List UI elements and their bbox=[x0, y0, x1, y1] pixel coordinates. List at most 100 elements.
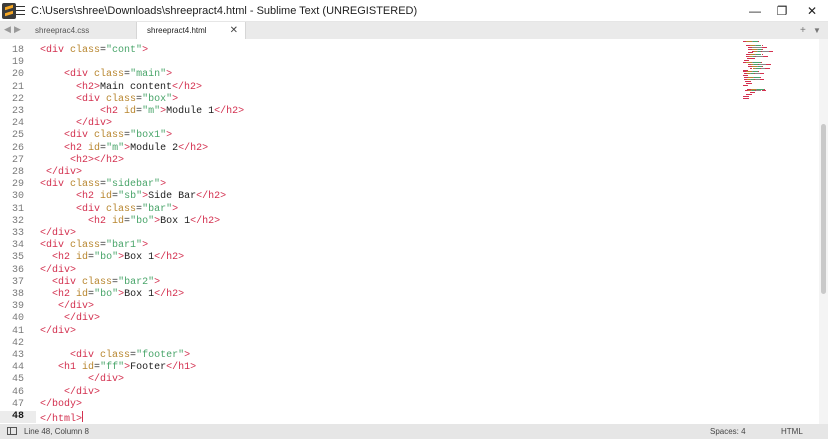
code-line[interactable]: 48 </html> bbox=[0, 411, 740, 424]
minimap-segment bbox=[761, 50, 769, 52]
code-editor[interactable]: 18 <div class="cont"> 19 20 <div class="mai… bbox=[0, 39, 819, 424]
minimap-segment bbox=[759, 73, 765, 75]
title-bar: C:\Users\shree\Downloads\shreepract4.htm… bbox=[0, 0, 828, 22]
minimap-segment bbox=[743, 60, 749, 61]
minimap-segment bbox=[762, 48, 764, 50]
line-code: </div> bbox=[88, 374, 125, 386]
code-line[interactable]: 38 <h2 id="bo">Box 1</h2> bbox=[0, 289, 740, 301]
minimap-segment bbox=[762, 46, 767, 48]
code-line[interactable]: 21 <h2>Main content</h2> bbox=[0, 82, 740, 94]
line-code: </html> bbox=[40, 411, 84, 424]
indentation-setting[interactable]: Spaces: 4 bbox=[710, 424, 746, 439]
code-line[interactable]: 39 </div> bbox=[0, 301, 740, 313]
minimap-segment bbox=[763, 56, 768, 58]
line-code: </div> bbox=[40, 325, 77, 337]
minimap-segment bbox=[762, 65, 764, 67]
minimap-segment bbox=[759, 79, 765, 80]
code-line[interactable]: 30 <h2 id="sb">Side Bar</h2> bbox=[0, 191, 740, 203]
code-line[interactable]: 47 </body> bbox=[0, 399, 740, 411]
code-line[interactable]: 22 <div class="box"> bbox=[0, 94, 740, 106]
code-line[interactable]: 33 </div> bbox=[0, 228, 740, 240]
code-line[interactable]: 41 </div> bbox=[0, 326, 740, 338]
code-line[interactable]: 42 bbox=[0, 338, 740, 350]
code-line[interactable]: 29 <div class="sidebar"> bbox=[0, 179, 740, 191]
line-number: 33 bbox=[11, 228, 24, 239]
line-code: </div> bbox=[40, 228, 77, 239]
line-number: 36 bbox=[11, 264, 24, 276]
tab-bar: ◀ ▶ shreeprac4.css shreepract4.html ✕ + … bbox=[0, 22, 828, 39]
sublime-app-icon[interactable] bbox=[2, 3, 16, 19]
line-code: <h2>Main content</h2> bbox=[76, 81, 203, 93]
minimap-segment bbox=[759, 77, 761, 79]
minimap-segment bbox=[746, 82, 752, 84]
tab-label: shreepract4.html bbox=[147, 26, 207, 35]
line-number: 20 bbox=[11, 69, 24, 81]
minimap-segment bbox=[748, 52, 754, 54]
code-line[interactable]: 28 </div> bbox=[0, 167, 740, 179]
line-number: 44 bbox=[11, 362, 24, 374]
minimize-button[interactable]: — bbox=[740, 0, 770, 22]
line-number: 34 bbox=[11, 240, 24, 252]
code-line[interactable]: 27 <h2></h2> bbox=[0, 155, 740, 167]
line-number: 47 bbox=[11, 398, 24, 410]
close-button[interactable]: ✕ bbox=[797, 0, 827, 22]
maximize-button[interactable]: ❐ bbox=[767, 0, 797, 22]
minimap-segment bbox=[766, 63, 771, 65]
minimap-segment bbox=[758, 63, 766, 65]
code-line[interactable]: 24 </div> bbox=[0, 118, 740, 130]
line-number: 28 bbox=[11, 167, 24, 178]
line-code: <div class="bar2"> bbox=[52, 276, 161, 288]
tab-shreepract4-html[interactable]: shreepract4.html ✕ bbox=[136, 22, 246, 39]
syntax-selector[interactable]: HTML bbox=[781, 424, 803, 439]
tab-list-icon[interactable]: ▼ bbox=[813, 26, 821, 35]
code-line[interactable]: 43 <div class="footer"> bbox=[0, 350, 740, 362]
line-number: 23 bbox=[11, 106, 24, 117]
code-line[interactable]: 40 </div> bbox=[0, 313, 740, 325]
panel-toggle-icon[interactable] bbox=[7, 427, 17, 435]
code-line[interactable]: 19 bbox=[0, 57, 740, 69]
code-line[interactable]: 18 <div class="cont"> bbox=[0, 45, 740, 57]
code-line[interactable]: 34 <div class="bar1"> bbox=[0, 240, 740, 252]
scroll-thumb[interactable] bbox=[821, 124, 826, 294]
minimap-segment bbox=[742, 84, 748, 86]
code-line[interactable]: 25 <div class="box1"> bbox=[0, 130, 740, 142]
code-line[interactable]: 36 </div> bbox=[0, 265, 740, 277]
cursor-position: Line 48, Column 8 bbox=[24, 427, 89, 436]
code-line[interactable]: 45 </div> bbox=[0, 374, 740, 386]
vertical-scrollbar[interactable] bbox=[819, 39, 828, 424]
tab-prev-icon[interactable]: ◀ bbox=[4, 24, 11, 35]
minimap-segment bbox=[742, 98, 749, 99]
status-bar: Line 48, Column 8 Spaces: 4 HTML bbox=[0, 424, 828, 439]
minimap-segment bbox=[757, 88, 765, 90]
code-line[interactable]: 20 <div class="main"> bbox=[0, 69, 740, 81]
code-line[interactable]: 46 </div> bbox=[0, 387, 740, 399]
code-line[interactable]: 32 <h2 id="bo">Box 1</h2> bbox=[0, 216, 740, 228]
line-number: 40 bbox=[11, 313, 24, 325]
line-number: 37 bbox=[11, 276, 24, 288]
new-tab-icon[interactable]: + bbox=[800, 25, 806, 36]
code-line[interactable]: 31 <div class="bar"> bbox=[0, 204, 740, 216]
code-line[interactable]: 44 <h1 id="ff">Footer</h1> bbox=[0, 362, 740, 374]
tab-close-icon[interactable]: ✕ bbox=[230, 22, 238, 39]
minimap[interactable] bbox=[739, 41, 809, 101]
minimap-segment bbox=[745, 80, 751, 82]
line-code: </div> bbox=[64, 386, 101, 398]
menu-icon[interactable] bbox=[16, 6, 25, 15]
code-line[interactable]: 37 <div class="bar2"> bbox=[0, 277, 740, 289]
line-number: 46 bbox=[11, 386, 24, 398]
code-line[interactable]: 35 <h2 id="bo">Box 1</h2> bbox=[0, 252, 740, 264]
tab-shreeprac4-css[interactable]: shreeprac4.css bbox=[25, 22, 139, 39]
line-code: <h2 id="bo">Box 1</h2> bbox=[52, 252, 185, 264]
text-cursor bbox=[82, 411, 84, 422]
line-number: 39 bbox=[11, 301, 24, 313]
code-line[interactable]: 26 <h2 id="m">Module 2</h2> bbox=[0, 143, 740, 155]
minimap-segment bbox=[756, 56, 764, 58]
code-line[interactable]: 23 <h2 id="m">Module 1</h2> bbox=[0, 106, 740, 118]
tab-next-icon[interactable]: ▶ bbox=[14, 24, 21, 35]
minimap-segment bbox=[760, 61, 762, 63]
minimap-segment bbox=[764, 88, 766, 90]
line-number: 41 bbox=[11, 325, 24, 337]
line-code: <div class="box"> bbox=[76, 93, 179, 105]
line-code: <div class="box1"> bbox=[64, 130, 173, 142]
minimap-segment bbox=[742, 75, 748, 77]
